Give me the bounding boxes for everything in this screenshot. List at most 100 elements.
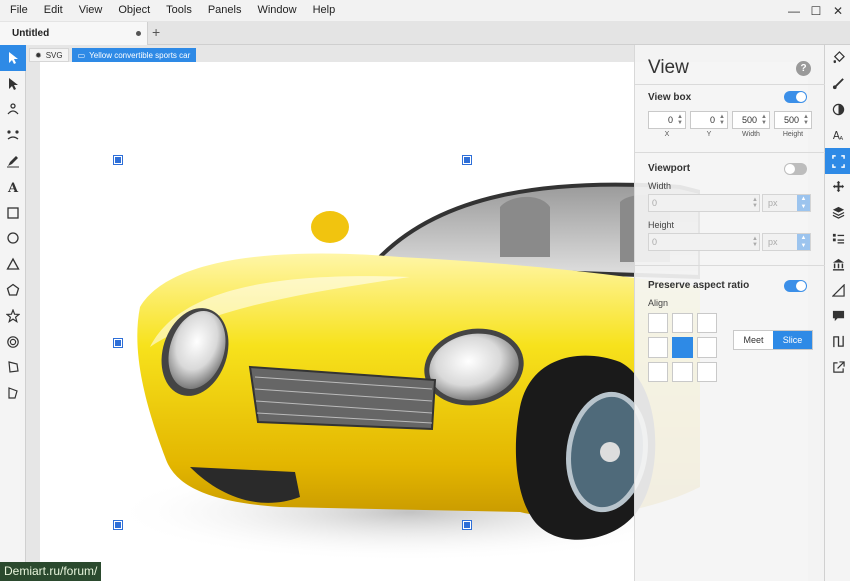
panel-typography[interactable]: AA bbox=[825, 122, 850, 148]
menu-edit[interactable]: Edit bbox=[36, 0, 71, 21]
geometry-panel-icon bbox=[831, 283, 845, 297]
unsaved-dot-icon[interactable] bbox=[136, 31, 141, 36]
ellipse-tool-icon bbox=[7, 232, 19, 245]
layers-panel-icon bbox=[832, 207, 844, 219]
panel-title: View bbox=[648, 57, 689, 78]
viewport-width-input[interactable]: 0 ▲ ▼ bbox=[648, 194, 760, 212]
spinner-icon[interactable]: ▲ ▼ bbox=[676, 114, 684, 126]
tool-ellipse[interactable] bbox=[0, 226, 26, 252]
spinner-icon[interactable]: ▲ ▼ bbox=[752, 197, 758, 209]
align-cell[interactable] bbox=[696, 361, 717, 382]
tool-generator[interactable] bbox=[0, 122, 26, 148]
viewport-height-unit-select[interactable]: px ▲ ▼ bbox=[762, 233, 811, 251]
toggle-knob bbox=[796, 281, 806, 291]
tab-untitled[interactable]: Untitled bbox=[0, 22, 148, 45]
menu-file[interactable]: File bbox=[0, 0, 36, 21]
align-cell[interactable] bbox=[648, 361, 669, 382]
panel-library[interactable] bbox=[825, 251, 850, 277]
tool-transform[interactable] bbox=[0, 45, 26, 71]
align-cell[interactable] bbox=[672, 361, 693, 382]
car-illustration[interactable] bbox=[80, 167, 700, 577]
viewport-height-unit: px bbox=[768, 237, 778, 247]
menu-view[interactable]: View bbox=[71, 0, 111, 21]
help-icon[interactable]: ? bbox=[796, 61, 811, 76]
meet-button[interactable]: Meet bbox=[734, 331, 773, 349]
section-preserve-aspect-ratio: Preserve aspect ratio Align Meet Slice bbox=[635, 265, 825, 385]
close-button[interactable]: ✕ bbox=[832, 4, 844, 18]
minimize-button[interactable]: — bbox=[788, 4, 800, 18]
tool-rectangle[interactable] bbox=[0, 200, 26, 226]
viewport-toggle[interactable] bbox=[784, 163, 807, 175]
menu-tools[interactable]: Tools bbox=[158, 0, 200, 21]
selection-handle-tc[interactable] bbox=[463, 156, 471, 164]
maximize-button[interactable]: ☐ bbox=[810, 4, 822, 18]
spinner-icon[interactable]: ▲ ▼ bbox=[718, 114, 726, 126]
panel-objects[interactable] bbox=[825, 226, 850, 252]
tool-flag[interactable] bbox=[0, 380, 26, 406]
tool-pentagon[interactable] bbox=[0, 277, 26, 303]
compositing-panel-icon bbox=[832, 103, 844, 116]
menu-panels[interactable]: Panels bbox=[200, 0, 250, 21]
breadcrumb: ✹ SVG ▭ Yellow convertible sports car bbox=[29, 48, 197, 62]
new-tab-button[interactable]: + bbox=[152, 24, 160, 40]
tool-star[interactable] bbox=[0, 303, 26, 329]
selection-handle-bc[interactable] bbox=[463, 521, 471, 529]
view-box-width-input[interactable]: 500 ▲ ▼ bbox=[732, 111, 770, 129]
menu-object[interactable]: Object bbox=[110, 0, 158, 21]
panel-geometry[interactable] bbox=[825, 277, 850, 303]
panel-stroke[interactable] bbox=[825, 71, 850, 97]
spinner-icon[interactable]: ▲ ▼ bbox=[752, 236, 758, 248]
panel-paths[interactable] bbox=[825, 329, 850, 355]
menu-window[interactable]: Window bbox=[249, 0, 304, 21]
panel-compositing[interactable] bbox=[825, 97, 850, 123]
viewport-height-label: Height bbox=[648, 220, 675, 230]
view-box-height-input[interactable]: 500 ▲ ▼ bbox=[774, 111, 812, 129]
panel-export[interactable] bbox=[825, 355, 850, 381]
viewport-width-value: 0 bbox=[652, 198, 658, 208]
tool-triangle[interactable] bbox=[0, 251, 26, 277]
align-cell-selected[interactable] bbox=[672, 337, 693, 358]
spinner-icon[interactable]: ▲ ▼ bbox=[802, 114, 810, 126]
view-box-y-input[interactable]: 0 ▲ ▼ bbox=[690, 111, 728, 129]
align-cell[interactable] bbox=[648, 337, 669, 358]
paths-panel-icon bbox=[832, 336, 844, 348]
side-mirror bbox=[311, 211, 349, 243]
viewport-height-input[interactable]: 0 ▲ ▼ bbox=[648, 233, 760, 251]
selection-handle-ml[interactable] bbox=[114, 339, 122, 347]
star-tool-icon bbox=[6, 308, 20, 323]
view-box-toggle[interactable] bbox=[784, 91, 807, 103]
selection-handle-bl[interactable] bbox=[114, 521, 122, 529]
section-viewport: Viewport Width 0 ▲ ▼ px ▲ ▼ Height 0 ▲ ▼ px ▲ ▼ bbox=[635, 152, 825, 265]
align-cell[interactable] bbox=[672, 313, 693, 334]
panel-layers[interactable] bbox=[825, 200, 850, 226]
viewport-width-unit-select[interactable]: px ▲ ▼ bbox=[762, 194, 811, 212]
align-cell[interactable] bbox=[696, 337, 717, 358]
tool-ring[interactable] bbox=[0, 329, 26, 355]
crop-tool-icon bbox=[8, 361, 19, 374]
toolbox: A bbox=[0, 45, 26, 581]
align-cell[interactable] bbox=[696, 313, 717, 334]
view-box-x-input[interactable]: 0 ▲ ▼ bbox=[648, 111, 686, 129]
view-box-y-value: 0 bbox=[709, 115, 715, 125]
slice-button[interactable]: Slice bbox=[773, 331, 812, 349]
tool-crop[interactable] bbox=[0, 355, 26, 381]
spinner-icon[interactable]: ▲ ▼ bbox=[760, 114, 768, 126]
tool-node[interactable] bbox=[0, 97, 26, 123]
menu-help[interactable]: Help bbox=[305, 0, 344, 21]
selection-handle-tl[interactable] bbox=[114, 156, 122, 164]
panel-fill[interactable] bbox=[825, 45, 850, 71]
node-tool-icon bbox=[7, 103, 19, 115]
panel-view[interactable] bbox=[825, 148, 850, 174]
tool-pen[interactable] bbox=[0, 148, 26, 174]
breadcrumb-selected[interactable]: ▭ Yellow convertible sports car bbox=[71, 48, 197, 62]
window-controls: — ☐ ✕ bbox=[788, 0, 844, 21]
panel-comments[interactable] bbox=[825, 303, 850, 329]
tool-text[interactable]: A bbox=[0, 174, 26, 200]
panel-transform[interactable] bbox=[825, 174, 850, 200]
view-box-title: View box bbox=[648, 92, 692, 103]
breadcrumb-svg[interactable]: ✹ SVG bbox=[29, 48, 69, 62]
align-cell[interactable] bbox=[648, 313, 669, 334]
transform-panel-icon bbox=[832, 181, 844, 193]
tool-edit[interactable] bbox=[0, 71, 26, 97]
preserve-aspect-ratio-toggle[interactable] bbox=[784, 280, 807, 292]
